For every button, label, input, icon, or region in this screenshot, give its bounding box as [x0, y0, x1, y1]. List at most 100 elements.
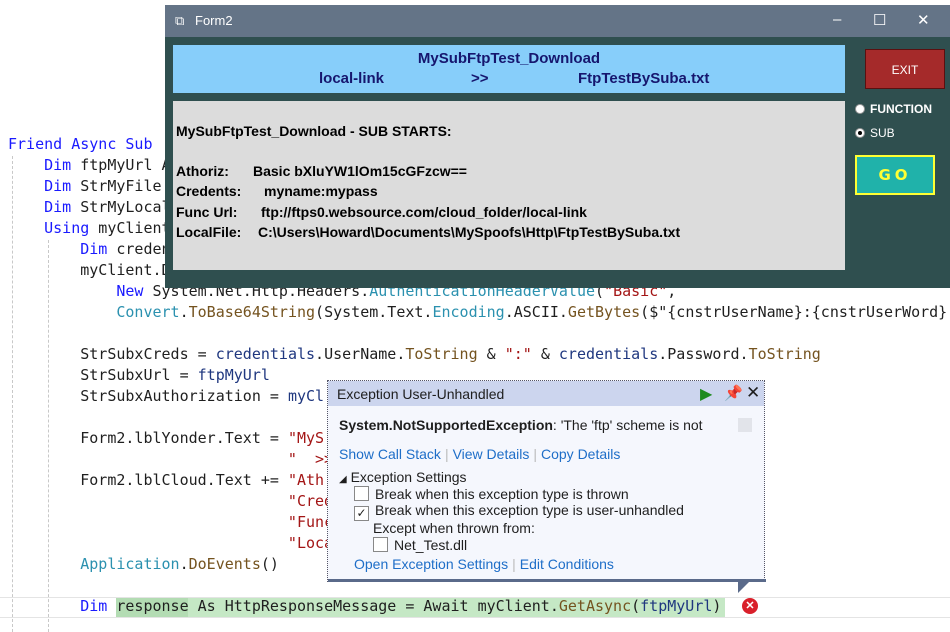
except-from-label: Except when thrown from: [373, 520, 535, 536]
maximize-button[interactable]: ☐ [873, 11, 886, 29]
code-token: ToBase64String [188, 303, 316, 321]
edit-conditions-link[interactable]: Edit Conditions [520, 556, 614, 572]
close-button[interactable]: ✕ [917, 11, 930, 29]
code-token: . [179, 555, 189, 573]
exception-message: System.NotSupportedException: 'The 'ftp'… [339, 417, 703, 433]
code-line: StrSubxAuthorization = myCl [80, 386, 324, 407]
code-token: Dim [44, 156, 81, 174]
code-token: DoEvents [188, 555, 261, 573]
break-thrown-label: Break when this exception type is thrown [375, 486, 629, 502]
radio-function-label: FUNCTION [870, 102, 932, 116]
continue-icon[interactable]: ▶ [700, 384, 712, 404]
code-token: ($"{cnstrUserName}:{cnstrUserWord} [640, 303, 948, 321]
code-token: credentials [215, 345, 316, 363]
code-token: StrSubxUrl = [80, 366, 198, 384]
go-button[interactable]: GO [855, 155, 935, 195]
code-token: myCl [287, 387, 325, 405]
code-token: creden [116, 240, 171, 258]
error-icon[interactable]: ✕ [742, 598, 758, 614]
code-token: ) [712, 597, 722, 615]
checkmark-icon: ✓ [354, 506, 369, 521]
code-token: Form2.lblYonder.Text = [80, 429, 288, 447]
break-unhandled-checkbox[interactable]: ✓ Break when this exception type is user-… [354, 502, 684, 521]
indent-guide [12, 156, 13, 632]
log-label-athoriz: Athoriz: [176, 163, 229, 179]
code-token: () [260, 555, 279, 573]
code-token: ToString [405, 345, 478, 363]
log-value-credents: myname:mypass [264, 183, 378, 199]
code-token: ":" [504, 345, 532, 363]
code-token: Dim [44, 177, 81, 195]
open-exception-settings-link[interactable]: Open Exception Settings [354, 556, 508, 572]
log-value-funcurl: ftp://ftps0.websource.com/cloud_folder/l… [261, 204, 587, 220]
log-start: MySubFtpTest_Download - SUB STARTS: [176, 123, 452, 139]
radio-sub[interactable]: SUB [855, 126, 895, 140]
exception-settings-toggle[interactable]: ◢ Exception Settings [339, 469, 467, 485]
code-token: ftpMyUrl [640, 597, 713, 615]
code-line: Dim response As HttpResponseMessage = Aw… [80, 596, 721, 617]
checkbox-icon [354, 486, 369, 501]
scroll-button[interactable] [738, 418, 752, 432]
code-line: Convert.ToBase64String(System.Text.Encod… [116, 302, 947, 323]
log-label-credents: Credents: [176, 183, 242, 199]
header-arrow: >> [471, 70, 489, 87]
code-token: myClient.D [80, 261, 171, 279]
code-token: Application [80, 555, 180, 573]
radio-icon [855, 104, 865, 114]
code-token: credentials [558, 345, 659, 363]
exception-settings-header: Exception Settings [350, 469, 467, 485]
pin-icon[interactable]: 📌 [724, 384, 743, 402]
code-token: New [116, 282, 153, 300]
close-icon[interactable]: ✕ [746, 383, 760, 403]
break-thrown-checkbox[interactable]: Break when this exception type is thrown [354, 486, 629, 502]
exception-header: Exception User-Unhandled ▶ 📌 ✕ [328, 381, 764, 406]
code-token: ToString [748, 345, 821, 363]
exception-type: System.NotSupportedException [339, 417, 553, 433]
code-token: response As HttpResponseMessage = Await … [116, 597, 559, 615]
code-line: Using myClient [44, 218, 170, 239]
radio-function[interactable]: FUNCTION [855, 102, 932, 116]
code-token: . [179, 303, 189, 321]
header-target: FtpTestBySuba.txt [578, 70, 710, 87]
exit-button[interactable]: EXIT [865, 49, 945, 89]
view-details-link[interactable]: View Details [453, 446, 530, 462]
code-line: Application.DoEvents() [80, 554, 279, 575]
code-token: Using [44, 219, 99, 237]
code-line: StrSubxCreds = credentials.UserName.ToSt… [80, 344, 821, 365]
code-token: Dim [80, 597, 117, 615]
log-label: MySubFtpTest_Download - SUB STARTS: Atho… [173, 101, 845, 270]
header-label: MySubFtpTest_Download local-link >> FtpT… [173, 45, 845, 93]
code-token: StrSubxAuthorization = [80, 387, 288, 405]
code-token: & [531, 345, 559, 363]
code-token: "Ath [287, 471, 325, 489]
code-token: Friend Async Sub [8, 135, 162, 153]
code-token: GetAsync [558, 597, 632, 615]
copy-details-link[interactable]: Copy Details [541, 446, 620, 462]
code-line: StrSubxUrl = ftpMyUrl [80, 365, 270, 386]
code-line: Dim StrMyLocal [44, 197, 170, 218]
code-token: ftpMyUrl A [80, 156, 171, 174]
code-token: .Password. [658, 345, 749, 363]
code-line: myClient.D [80, 260, 170, 281]
code-token: ( [631, 597, 641, 615]
code-line: Dim creden [80, 239, 170, 260]
code-token: GetBytes [567, 303, 641, 321]
log-label-funcurl: Func Url: [176, 204, 238, 220]
code-token: StrMyLocal [80, 198, 171, 216]
code-token: Dim [44, 198, 81, 216]
title-bar[interactable]: ⧉ Form2 – ☐ ✕ [165, 5, 950, 37]
log-value-localfile: C:\Users\Howard\Documents\MySpoofs\Http\… [258, 224, 681, 240]
radio-selected-icon [855, 128, 865, 138]
code-token: Form2.lblCloud.Text += [80, 471, 288, 489]
header-source: local-link [319, 70, 385, 87]
radio-sub-label: SUB [870, 126, 895, 140]
code-token: .ASCII. [504, 303, 568, 321]
module-checkbox[interactable]: Net_Test.dll [373, 537, 467, 553]
minimize-button[interactable]: – [833, 11, 841, 28]
checkbox-icon [373, 537, 388, 552]
exception-popup: Exception User-Unhandled ▶ 📌 ✕ System.No… [327, 380, 766, 582]
popup-border [328, 579, 766, 582]
show-call-stack-link[interactable]: Show Call Stack [339, 446, 441, 462]
exception-text: : 'The 'ftp' scheme is not [552, 417, 703, 433]
form2-window: ⧉ Form2 – ☐ ✕ MySubFtpTest_Download loca… [165, 5, 950, 288]
